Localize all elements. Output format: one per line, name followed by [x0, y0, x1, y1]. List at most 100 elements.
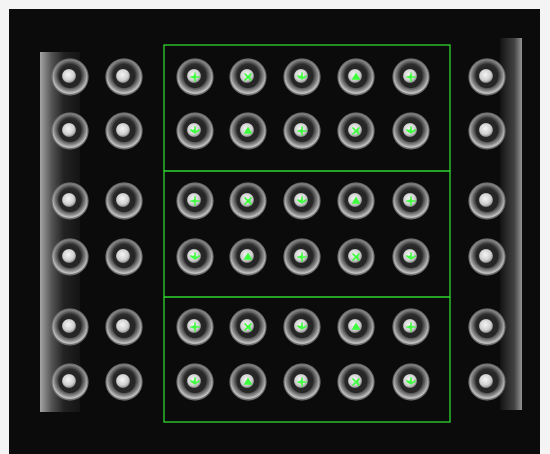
detection-mark-dot — [247, 199, 251, 203]
sample-dot — [116, 319, 130, 333]
inspected-well — [229, 182, 267, 220]
sample-dot — [116, 69, 130, 83]
well — [51, 112, 89, 150]
inspected-well — [229, 308, 267, 346]
well — [51, 238, 89, 276]
detection-mark-dot — [299, 325, 303, 329]
inspected-well — [229, 238, 267, 276]
inspected-well — [176, 363, 214, 401]
detection-mark-dot — [247, 75, 251, 79]
detection-mark-dot — [299, 255, 303, 259]
detection-mark-dot — [408, 199, 412, 203]
sample-dot — [62, 249, 76, 263]
inspected-well — [392, 363, 430, 401]
inspected-well — [337, 112, 375, 150]
detection-mark-dot — [192, 255, 196, 259]
inspected-well — [176, 58, 214, 96]
well — [468, 308, 506, 346]
detection-mark-dot — [355, 255, 359, 259]
detection-mark-dot — [299, 129, 303, 133]
inspection-image — [0, 0, 550, 454]
sample-dot — [62, 123, 76, 137]
detection-mark-dot — [408, 255, 412, 259]
detection-mark-dot — [408, 75, 412, 79]
detection-mark-dot — [353, 75, 357, 79]
inspected-well — [176, 238, 214, 276]
inspected-well — [176, 182, 214, 220]
camera-frame — [9, 9, 540, 454]
left-reflective-strip — [40, 52, 80, 412]
inspected-well — [229, 363, 267, 401]
inspected-well — [392, 182, 430, 220]
inspected-well — [337, 308, 375, 346]
well — [105, 308, 143, 346]
inspected-well — [392, 58, 430, 96]
inspected-well — [392, 308, 430, 346]
detection-mark-dot — [299, 199, 303, 203]
inspected-well — [337, 238, 375, 276]
inspected-well — [283, 58, 321, 96]
well — [468, 238, 506, 276]
detection-mark-dot — [299, 75, 303, 79]
sample-dot — [116, 123, 130, 137]
detection-mark-dot — [192, 380, 196, 384]
well — [105, 363, 143, 401]
detection-mark-dot — [245, 255, 249, 259]
well — [51, 308, 89, 346]
detection-mark-dot — [408, 325, 412, 329]
inspected-well — [283, 308, 321, 346]
inspected-well — [283, 182, 321, 220]
inspected-well — [229, 112, 267, 150]
right-reflective-strip — [500, 38, 522, 410]
inspected-well — [229, 58, 267, 96]
sample-dot — [479, 193, 493, 207]
inspected-well — [283, 238, 321, 276]
inspected-well — [176, 308, 214, 346]
detection-mark-dot — [355, 129, 359, 133]
sample-dot — [479, 69, 493, 83]
inspection-canvas — [0, 0, 550, 454]
sample-dot — [62, 374, 76, 388]
detection-mark-dot — [245, 380, 249, 384]
well — [105, 58, 143, 96]
inspected-well — [392, 112, 430, 150]
sample-dot — [479, 319, 493, 333]
sample-dot — [116, 249, 130, 263]
sample-dot — [479, 249, 493, 263]
well — [468, 58, 506, 96]
sample-dot — [479, 374, 493, 388]
detection-mark-dot — [192, 129, 196, 133]
detection-mark-dot — [353, 199, 357, 203]
detection-mark-dot — [353, 325, 357, 329]
inspected-well — [283, 363, 321, 401]
inspected-well — [337, 58, 375, 96]
detection-mark-dot — [299, 380, 303, 384]
sample-dot — [62, 69, 76, 83]
sample-dot — [62, 193, 76, 207]
well — [105, 112, 143, 150]
well — [51, 182, 89, 220]
well — [468, 182, 506, 220]
inspected-well — [176, 112, 214, 150]
detection-mark-dot — [192, 325, 196, 329]
inspected-well — [392, 238, 430, 276]
detection-mark-dot — [408, 380, 412, 384]
detection-mark-dot — [355, 380, 359, 384]
inspected-well — [283, 112, 321, 150]
detection-mark-dot — [245, 129, 249, 133]
well — [51, 58, 89, 96]
detection-mark-dot — [192, 75, 196, 79]
well — [468, 363, 506, 401]
sample-dot — [116, 193, 130, 207]
well — [468, 112, 506, 150]
detection-mark-dot — [247, 325, 251, 329]
well — [105, 238, 143, 276]
sample-dot — [479, 123, 493, 137]
well — [105, 182, 143, 220]
sample-dot — [116, 374, 130, 388]
inspected-well — [337, 182, 375, 220]
detection-mark-dot — [408, 129, 412, 133]
well — [51, 363, 89, 401]
detection-mark-dot — [192, 199, 196, 203]
sample-dot — [62, 319, 76, 333]
